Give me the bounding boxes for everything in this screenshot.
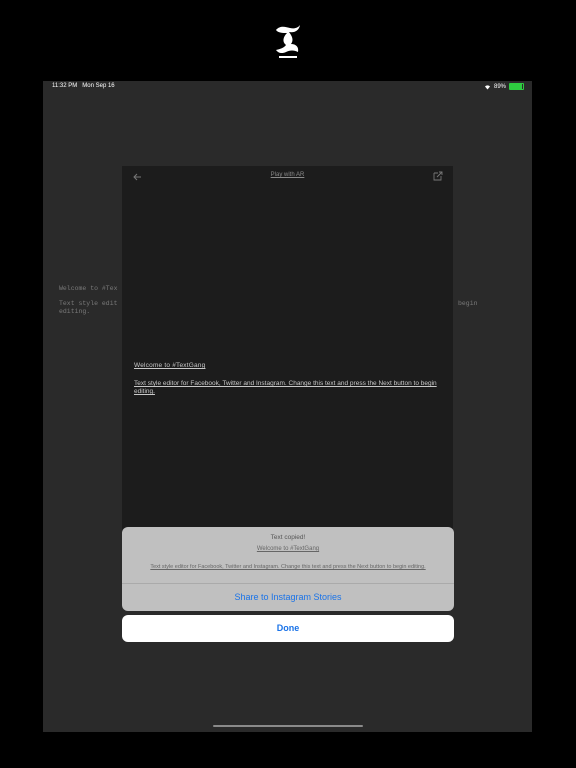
- battery-icon: [509, 83, 524, 90]
- styled-body[interactable]: Text style editor for Facebook, Twitter …: [134, 380, 439, 396]
- home-indicator: [213, 725, 363, 727]
- bg-body-line1: Text style edit: [59, 300, 118, 307]
- sheet-preview-body: Text style editor for Facebook, Twitter …: [150, 564, 426, 570]
- sheet-title: Text copied!: [270, 534, 306, 541]
- share-instagram-stories-button[interactable]: Share to Instagram Stories: [122, 584, 454, 611]
- status-right: 89%: [484, 83, 524, 90]
- done-button[interactable]: Done: [122, 615, 454, 642]
- battery-percent: 89%: [493, 83, 506, 90]
- copy-action-sheet: Text copied! Welcome to #TextGang Text s…: [122, 527, 454, 611]
- textgang-logo-icon: [276, 25, 300, 58]
- play-with-ar-link[interactable]: Play with AR: [122, 172, 453, 178]
- sheet-preview-heading: Welcome to #TextGang: [256, 546, 320, 552]
- open-external-icon[interactable]: [433, 171, 443, 181]
- wifi-icon: [484, 84, 490, 89]
- bg-body-right: begin: [458, 300, 478, 307]
- status-bar: 11:32 PM Mon Sep 16 89%: [43, 81, 532, 93]
- styled-heading[interactable]: Welcome to #TextGang: [134, 362, 205, 369]
- status-date-text: Mon Sep 16: [82, 83, 115, 89]
- battery-fill: [510, 84, 522, 89]
- status-time: 11:32 PM Mon Sep 16: [52, 83, 115, 89]
- status-time-text: 11:32 PM: [52, 83, 78, 89]
- bg-body-line2: editing.: [59, 308, 91, 315]
- bg-welcome-text: Welcome to #Tex: [59, 285, 118, 292]
